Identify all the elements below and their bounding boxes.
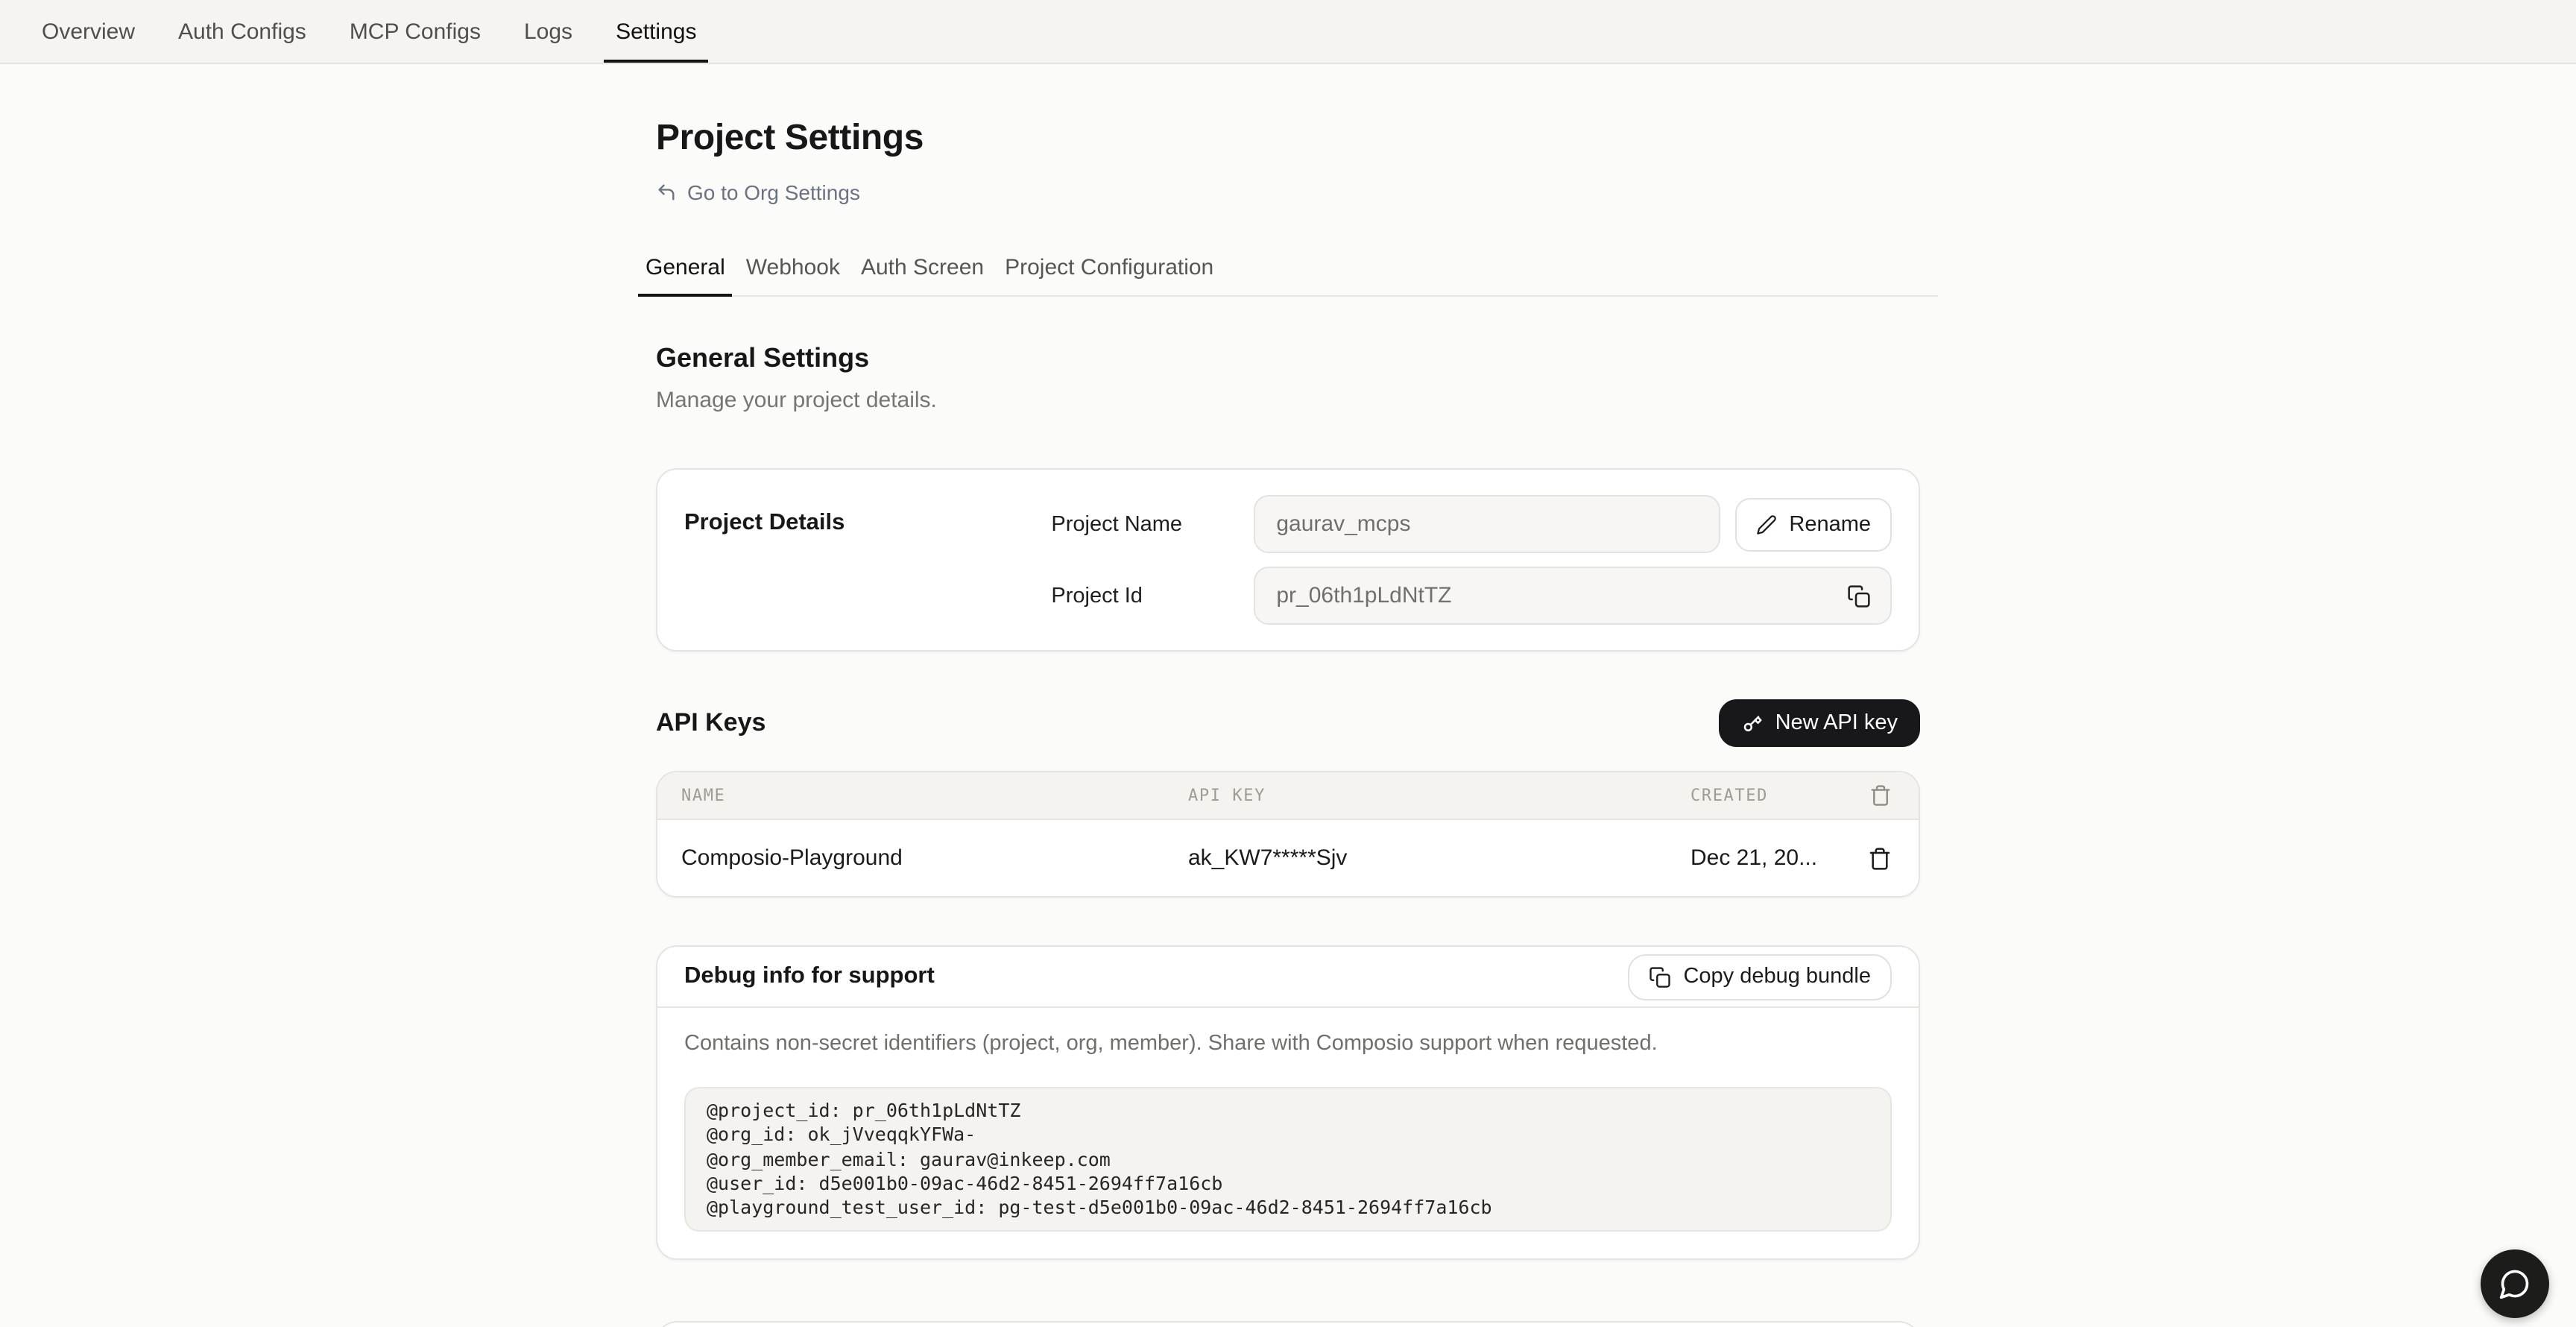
debug-info-title: Debug info for support xyxy=(684,963,935,990)
bundle-line: @org_member_email: gaurav@inkeep.com xyxy=(707,1147,1869,1172)
column-created: CREATED xyxy=(1690,786,1859,805)
copy-debug-bundle-label: Copy debug bundle xyxy=(1683,965,1871,989)
trash-icon xyxy=(1868,846,1892,870)
debug-info-description: Contains non-secret identifiers (project… xyxy=(684,1032,1892,1056)
new-api-key-label: New API key xyxy=(1775,711,1898,735)
page-content: Project Settings Go to Org Settings Gene… xyxy=(638,118,1938,1327)
nav-item-settings[interactable]: Settings xyxy=(604,0,708,63)
key-icon xyxy=(1741,712,1764,734)
rename-button[interactable]: Rename xyxy=(1735,497,1892,551)
project-details-rows: Project Name Rename Project Id xyxy=(1051,495,1892,625)
settings-tabs: General Webhook Auth Screen Project Conf… xyxy=(638,255,1938,297)
project-details-title: Project Details xyxy=(684,510,1051,625)
undo-arrow-icon xyxy=(656,182,677,203)
api-keys-title: API Keys xyxy=(656,708,765,738)
chat-fab-button[interactable] xyxy=(2481,1249,2549,1318)
delete-all-keys-button[interactable] xyxy=(1866,781,1895,810)
chat-bubble-icon xyxy=(2498,1267,2531,1300)
project-details-card: Project Details Project Name Rename xyxy=(656,468,1920,652)
delete-key-button[interactable] xyxy=(1865,843,1895,873)
trash-icon xyxy=(1869,784,1892,807)
bundle-line: @org_id: ok_jVveqqkYFWa- xyxy=(707,1123,1869,1148)
api-keys-table-header: NAME API KEY CREATED xyxy=(657,772,1919,820)
nav-item-mcp-configs[interactable]: MCP Configs xyxy=(338,0,493,63)
general-settings-subtitle: Manage your project details. xyxy=(638,388,1938,413)
api-keys-table: NAME API KEY CREATED Composio-Playground… xyxy=(656,771,1920,898)
copy-project-id-button[interactable] xyxy=(1844,581,1874,611)
project-settings-page: Overview Auth Configs MCP Configs Logs S… xyxy=(0,0,2576,1327)
rename-button-label: Rename xyxy=(1789,512,1871,536)
project-id-label: Project Id xyxy=(1051,584,1254,608)
new-api-key-button[interactable]: New API key xyxy=(1719,699,1920,747)
nav-item-auth-configs[interactable]: Auth Configs xyxy=(166,0,318,63)
api-key-row: Composio-Playground ak_KW7*****Sjv Dec 2… xyxy=(657,820,1919,896)
copy-icon xyxy=(1649,965,1671,988)
api-key-masked-value: ak_KW7*****Sjv xyxy=(1188,845,1690,871)
api-keys-header: API Keys New API key xyxy=(656,699,1920,747)
nav-item-overview[interactable]: Overview xyxy=(30,0,147,63)
api-key-name: Composio-Playground xyxy=(681,845,1188,871)
tab-auth-screen[interactable]: Auth Screen xyxy=(853,255,991,295)
copy-debug-bundle-button[interactable]: Copy debug bundle xyxy=(1628,954,1892,1000)
page-title: Project Settings xyxy=(638,118,1938,160)
next-section-card xyxy=(656,1322,1920,1327)
tab-general[interactable]: General xyxy=(638,255,733,295)
top-nav: Overview Auth Configs MCP Configs Logs S… xyxy=(0,0,2576,64)
debug-info-header: Debug info for support Copy debug bundle xyxy=(657,947,1919,1008)
project-id-row: Project Id xyxy=(1051,567,1892,625)
debug-bundle-code-block: @project_id: pr_06th1pLdNtTZ@org_id: ok_… xyxy=(684,1087,1892,1232)
bundle-line: @project_id: pr_06th1pLdNtTZ xyxy=(707,1099,1869,1123)
project-name-input[interactable] xyxy=(1254,495,1720,553)
general-settings-heading: General Settings xyxy=(638,343,1938,374)
pencil-icon xyxy=(1756,514,1777,535)
copy-icon xyxy=(1847,584,1871,608)
bundle-line: @user_id: d5e001b0-09ac-46d2-8451-2694ff… xyxy=(707,1172,1869,1197)
tab-webhook[interactable]: Webhook xyxy=(739,255,847,295)
column-name: NAME xyxy=(681,786,1188,805)
debug-info-card: Debug info for support Copy debug bundle… xyxy=(656,945,1920,1261)
go-to-org-settings-label: Go to Org Settings xyxy=(687,180,860,204)
project-id-input[interactable] xyxy=(1254,567,1892,625)
debug-info-body: Contains non-secret identifiers (project… xyxy=(657,1008,1919,1259)
tab-project-configuration[interactable]: Project Configuration xyxy=(997,255,1221,295)
nav-item-logs[interactable]: Logs xyxy=(512,0,584,63)
go-to-org-settings-link[interactable]: Go to Org Settings xyxy=(638,180,878,204)
project-name-row: Project Name Rename xyxy=(1051,495,1892,553)
column-api-key: API KEY xyxy=(1188,786,1690,805)
project-name-label: Project Name xyxy=(1051,512,1254,536)
bundle-line: @playground_test_user_id: pg-test-d5e001… xyxy=(707,1196,1869,1220)
api-key-created: Dec 21, 20... xyxy=(1690,845,1859,871)
